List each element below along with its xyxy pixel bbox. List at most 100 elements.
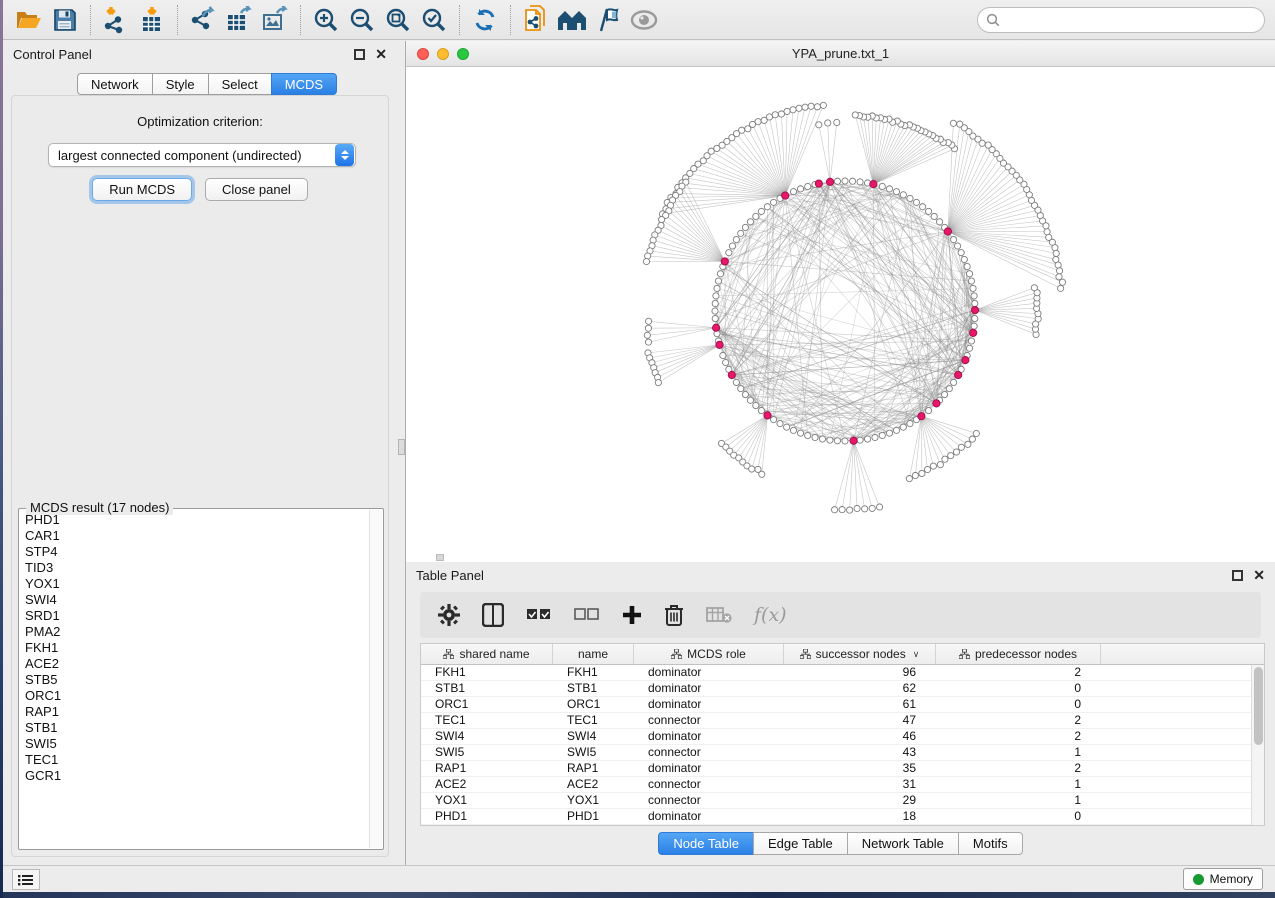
network-node[interactable] bbox=[753, 402, 759, 408]
network-node[interactable] bbox=[644, 332, 650, 338]
mcds-hub-node[interactable] bbox=[918, 413, 925, 420]
cell-shared_name[interactable]: RAP1 bbox=[421, 761, 553, 776]
table-settings-gear-icon[interactable] bbox=[438, 604, 460, 626]
network-node[interactable] bbox=[753, 213, 759, 219]
network-node[interactable] bbox=[778, 111, 784, 117]
memory-button[interactable]: Memory bbox=[1183, 868, 1263, 890]
cell-predecessor_nodes[interactable]: 2 bbox=[936, 729, 1101, 744]
network-node[interactable] bbox=[958, 444, 964, 450]
network-node[interactable] bbox=[879, 432, 885, 438]
network-node[interactable] bbox=[802, 104, 808, 110]
network-node[interactable] bbox=[971, 323, 977, 329]
network-node[interactable] bbox=[852, 112, 858, 118]
network-node[interactable] bbox=[827, 437, 833, 443]
tab-node-table[interactable]: Node Table bbox=[658, 832, 753, 855]
tab-select[interactable]: Select bbox=[208, 73, 271, 95]
mcds-hub-node[interactable] bbox=[962, 357, 969, 364]
network-node[interactable] bbox=[742, 224, 748, 230]
zoom-selected-icon[interactable] bbox=[416, 4, 452, 36]
network-node[interactable] bbox=[761, 117, 767, 123]
cell-successor_nodes[interactable]: 29 bbox=[784, 793, 936, 808]
network-node[interactable] bbox=[723, 359, 729, 365]
mcds-result-item[interactable]: ACE2 bbox=[25, 656, 368, 672]
network-node[interactable] bbox=[912, 472, 918, 478]
network-node[interactable] bbox=[886, 186, 892, 192]
mcds-hub-node[interactable] bbox=[716, 341, 723, 348]
mcds-hub-node[interactable] bbox=[955, 371, 962, 378]
mcds-hub-node[interactable] bbox=[764, 412, 771, 419]
table-row[interactable]: ACE2ACE2connector311 bbox=[421, 777, 1251, 793]
network-node[interactable] bbox=[973, 430, 979, 436]
network-node[interactable] bbox=[1056, 274, 1062, 280]
cell-predecessor_nodes[interactable]: 0 bbox=[936, 697, 1101, 712]
table-row[interactable]: YOX1YOX1connector291 bbox=[421, 793, 1251, 809]
network-node[interactable] bbox=[1044, 229, 1050, 235]
network-node[interactable] bbox=[796, 105, 802, 111]
network-node[interactable] bbox=[968, 338, 974, 344]
network-node[interactable] bbox=[819, 436, 825, 442]
network-node[interactable] bbox=[747, 397, 753, 403]
network-node[interactable] bbox=[808, 103, 814, 109]
table-scrollbar[interactable] bbox=[1251, 665, 1264, 825]
mcds-hub-node[interactable] bbox=[971, 306, 978, 313]
network-node[interactable] bbox=[733, 379, 739, 385]
horizontal-splitter-grip[interactable] bbox=[436, 554, 444, 561]
network-node[interactable] bbox=[645, 325, 651, 331]
network-node[interactable] bbox=[954, 243, 960, 249]
network-node[interactable] bbox=[857, 179, 863, 185]
open-file-icon[interactable] bbox=[11, 4, 47, 36]
table-scrollbar-thumb[interactable] bbox=[1254, 667, 1263, 745]
splitter-grip[interactable] bbox=[398, 439, 405, 455]
mcds-result-item[interactable]: TID3 bbox=[25, 560, 368, 576]
network-node[interactable] bbox=[747, 219, 753, 225]
network-node[interactable] bbox=[714, 285, 720, 291]
network-node[interactable] bbox=[958, 250, 964, 256]
float-window-icon[interactable] bbox=[354, 49, 365, 60]
network-node[interactable] bbox=[847, 507, 853, 513]
network-node[interactable] bbox=[972, 315, 978, 321]
mcds-hub-node[interactable] bbox=[870, 181, 877, 188]
table-row[interactable]: SWI5SWI5connector431 bbox=[421, 745, 1251, 761]
cell-predecessor_nodes[interactable]: 1 bbox=[936, 777, 1101, 792]
network-node[interactable] bbox=[749, 466, 755, 472]
network-node[interactable] bbox=[931, 213, 937, 219]
cell-successor_nodes[interactable]: 61 bbox=[784, 697, 936, 712]
network-node[interactable] bbox=[948, 453, 954, 459]
cell-name[interactable]: ACE2 bbox=[553, 777, 634, 792]
zoom-in-icon[interactable] bbox=[308, 4, 344, 36]
criterion-dropdown[interactable]: largest connected component (undirected) bbox=[48, 143, 356, 167]
network-node[interactable] bbox=[770, 199, 776, 205]
network-node[interactable] bbox=[961, 256, 967, 262]
network-node[interactable] bbox=[745, 126, 751, 132]
network-node[interactable] bbox=[930, 463, 936, 469]
tab-edge-table[interactable]: Edge Table bbox=[753, 832, 847, 855]
network-node[interactable] bbox=[645, 339, 651, 345]
mcds-hub-node[interactable] bbox=[826, 178, 833, 185]
network-node[interactable] bbox=[1057, 268, 1063, 274]
mcds-hub-node[interactable] bbox=[970, 329, 977, 336]
zoom-fit-icon[interactable] bbox=[380, 4, 416, 36]
network-node[interactable] bbox=[900, 424, 906, 430]
network-titlebar[interactable]: YPA_prune.txt_1 bbox=[406, 41, 1275, 67]
cell-shared_name[interactable]: ORC1 bbox=[421, 697, 553, 712]
tab-motifs[interactable]: Motifs bbox=[958, 832, 1023, 855]
network-node[interactable] bbox=[971, 293, 977, 299]
hide-selected-icon[interactable] bbox=[590, 4, 626, 36]
network-node[interactable] bbox=[758, 208, 764, 214]
cell-predecessor_nodes[interactable]: 1 bbox=[936, 793, 1101, 808]
network-node[interactable] bbox=[729, 243, 735, 249]
cell-shared_name[interactable]: TEC1 bbox=[421, 713, 553, 728]
network-node[interactable] bbox=[726, 250, 732, 256]
mcds-result-item[interactable]: SWI5 bbox=[25, 736, 368, 752]
mcds-result-item[interactable]: CAR1 bbox=[25, 528, 368, 544]
table-row[interactable]: STB1STB1dominator620 bbox=[421, 681, 1251, 697]
network-node[interactable] bbox=[953, 449, 959, 455]
mcds-hub-node[interactable] bbox=[712, 324, 719, 331]
cell-successor_nodes[interactable]: 31 bbox=[784, 777, 936, 792]
mcds-hub-node[interactable] bbox=[728, 371, 735, 378]
tab-network-table[interactable]: Network Table bbox=[847, 832, 958, 855]
network-node[interactable] bbox=[643, 258, 649, 264]
mcds-result-item[interactable]: SRD1 bbox=[25, 608, 368, 624]
table-row[interactable]: SWI4SWI4dominator462 bbox=[421, 729, 1251, 745]
column-header-predecessor-nodes[interactable]: predecessor nodes bbox=[936, 644, 1101, 664]
